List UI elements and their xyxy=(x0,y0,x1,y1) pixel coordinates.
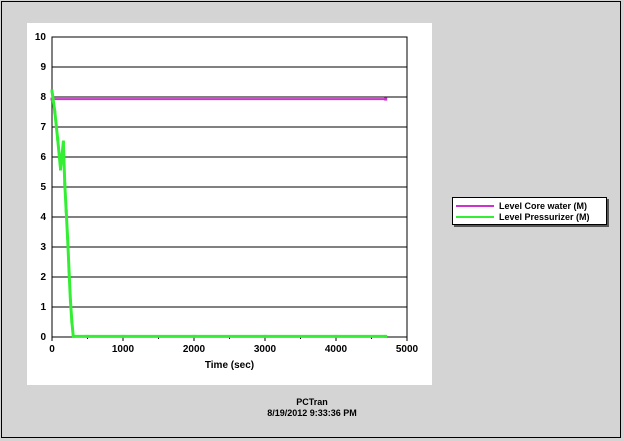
legend-swatch-pressurizer xyxy=(456,216,494,218)
y-tick-label-2: 2 xyxy=(40,272,46,283)
series-1-point xyxy=(86,334,89,338)
series-1-point xyxy=(67,269,71,273)
series-1-point xyxy=(71,334,75,338)
series-1-point xyxy=(56,137,60,141)
series-1-point xyxy=(68,299,72,303)
series-1-point xyxy=(121,334,125,338)
legend-item-pressurizer: Level Pressurizer (M) xyxy=(453,211,606,223)
x-tick-label-3000: 3000 xyxy=(254,344,277,355)
series-1-point xyxy=(64,209,68,213)
y-tick-label-5: 5 xyxy=(40,182,46,193)
series-0-point xyxy=(384,97,388,101)
series-1-point xyxy=(192,334,196,338)
series-1-point xyxy=(263,334,267,338)
x-tick-label-0: 0 xyxy=(49,344,55,355)
x-tick-label-2000: 2000 xyxy=(183,344,206,355)
y-tick-label-10: 10 xyxy=(35,32,47,43)
series-1-point xyxy=(334,334,338,338)
series-line-1 xyxy=(50,90,386,338)
footer-timestamp: 8/19/2012 9:33:36 PM xyxy=(267,408,357,418)
y-tick-label-4: 4 xyxy=(40,212,46,223)
series-1-point xyxy=(61,140,65,144)
y-tick-label-7: 7 xyxy=(40,122,46,133)
y-tick-label-1: 1 xyxy=(40,302,46,313)
y-tick-label-8: 8 xyxy=(40,92,46,103)
legend-swatch-core-water xyxy=(456,205,494,207)
series-1-point xyxy=(50,89,54,93)
x-tick-label-4000: 4000 xyxy=(325,344,348,355)
legend-label-pressurizer: Level Pressurizer (M) xyxy=(499,212,590,222)
series-1-point xyxy=(59,167,63,171)
series-1-point xyxy=(70,320,74,324)
footer-app-name: PCTran xyxy=(296,397,328,407)
plot-panel: 0 1 2 3 4 5 6 7 8 9 10 0 1000 2000 3000 4000 5000 Time (s… xyxy=(27,23,432,385)
footer: PCTran 8/19/2012 9:33:36 PM xyxy=(0,397,624,419)
x-tick-label-1000: 1000 xyxy=(112,344,135,355)
series-1-point xyxy=(53,110,57,114)
x-tick-label-5000: 5000 xyxy=(396,344,419,355)
y-tick-label-6: 6 xyxy=(40,152,46,163)
x-axis-label: Time (sec) xyxy=(205,360,254,371)
line-chart: 0 1 2 3 4 5 6 7 8 9 10 0 1000 2000 3000 4000 5000 Time (s… xyxy=(35,32,419,371)
series-1-point xyxy=(63,182,67,186)
series-1-point xyxy=(384,334,388,338)
series-1-point xyxy=(66,236,70,240)
y-tick-label-9: 9 xyxy=(40,62,46,73)
y-tick-label-3: 3 xyxy=(40,242,46,253)
y-tick-label-0: 0 xyxy=(40,332,46,343)
legend: Level Core water (M) Level Pressurizer (… xyxy=(452,197,607,225)
